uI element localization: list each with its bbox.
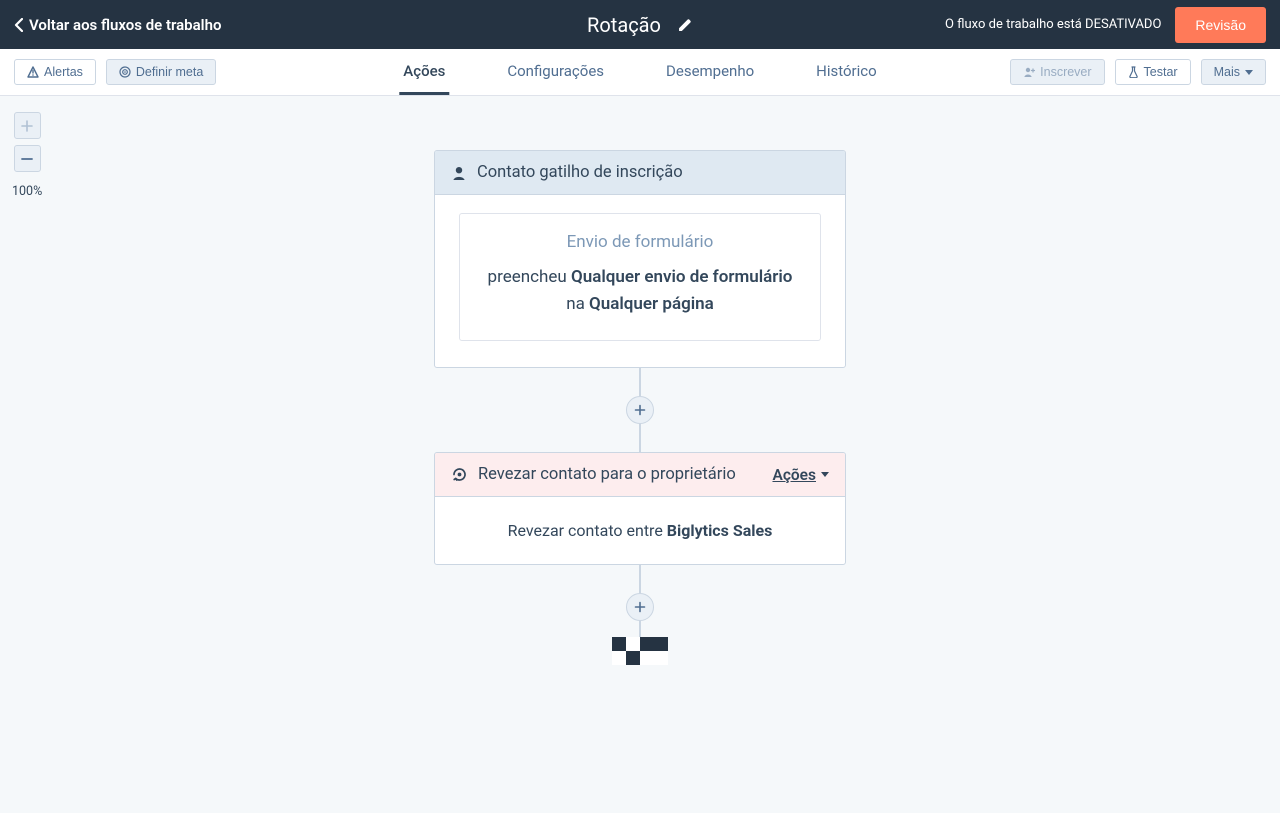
tab-actions-label: Ações: [403, 62, 445, 80]
tab-history[interactable]: Histórico: [812, 49, 881, 95]
zoom-in-button[interactable]: [14, 112, 41, 139]
trigger-filter-desc: preencheu Qualquer envio de formulário n…: [482, 264, 798, 318]
connector-line: [639, 368, 641, 396]
trigger-card[interactable]: Contato gatilho de inscrição Envio de fo…: [434, 150, 846, 368]
back-link[interactable]: Voltar aos fluxos de trabalho: [14, 16, 221, 34]
tab-performance[interactable]: Desempenho: [662, 49, 758, 95]
rotate-action-card[interactable]: Revezar contato para o proprietário Açõe…: [434, 452, 846, 565]
topbar-right: O fluxo de trabalho está DESATIVADO Revi…: [945, 7, 1266, 43]
alerts-button-label: Alertas: [44, 65, 83, 79]
tab-settings[interactable]: Configurações: [503, 49, 608, 95]
subbar-left: Alertas Definir meta: [14, 59, 216, 85]
subbar-right: Inscrever Testar Mais: [1010, 59, 1266, 85]
trigger-filter-title: Envio de formulário: [482, 232, 798, 252]
trigger-card-body: Envio de formulário preencheu Qualquer e…: [435, 195, 845, 367]
connector-line: [639, 565, 641, 593]
finish-flag-icon: [612, 637, 668, 665]
card-actions-menu[interactable]: Ações: [772, 466, 829, 484]
trigger-card-title: Contato gatilho de inscrição: [477, 163, 683, 182]
tab-history-label: Histórico: [816, 62, 877, 80]
zoom-out-button[interactable]: [14, 145, 41, 172]
rotate-action-title: Revezar contato para o proprietário: [478, 465, 736, 484]
card-actions-label: Ações: [772, 466, 816, 484]
flask-icon: [1128, 66, 1139, 78]
tabs: Ações Configurações Desempenho Histórico: [399, 49, 880, 95]
goal-button-label: Definir meta: [136, 65, 203, 79]
plus-icon: [21, 120, 33, 132]
trigger-desc-prefix: preencheu: [488, 267, 571, 287]
plus-icon: [634, 601, 646, 613]
chevron-left-icon: [14, 18, 23, 32]
minus-icon: [21, 153, 33, 165]
trigger-filter-card[interactable]: Envio de formulário preencheu Qualquer e…: [459, 213, 821, 341]
zoom-level: 100%: [12, 184, 42, 199]
rotate-body-team: Biglytics Sales: [667, 521, 773, 540]
goal-button[interactable]: Definir meta: [106, 59, 216, 85]
add-step-button[interactable]: [626, 593, 654, 621]
person-plus-icon: [1023, 66, 1035, 78]
trigger-card-header: Contato gatilho de inscrição: [435, 151, 845, 195]
connector-line: [639, 621, 641, 637]
subbar: Alertas Definir meta Ações Configurações…: [0, 49, 1280, 96]
plus-icon: [634, 404, 646, 416]
add-step-button[interactable]: [626, 396, 654, 424]
rotate-action-header: Revezar contato para o proprietário Açõe…: [435, 453, 845, 497]
rotate-action-body: Revezar contato entre Biglytics Sales: [435, 497, 845, 564]
test-button-label: Testar: [1144, 65, 1178, 79]
review-button[interactable]: Revisão: [1175, 7, 1266, 43]
back-link-label: Voltar aos fluxos de trabalho: [29, 16, 221, 34]
test-button[interactable]: Testar: [1115, 59, 1191, 85]
topbar-center: Rotação: [587, 13, 693, 37]
warning-icon: [27, 66, 39, 78]
chevron-down-icon: [1245, 70, 1253, 75]
contact-icon: [451, 165, 467, 181]
chevron-down-icon: [821, 472, 829, 477]
canvas: 100% Contato gatilho de inscrição Envio …: [0, 96, 1280, 813]
alerts-button[interactable]: Alertas: [14, 59, 96, 85]
zoom-controls: 100%: [12, 112, 42, 199]
trigger-desc-mid: na: [566, 294, 589, 314]
workflow-status-text: O fluxo de trabalho está DESATIVADO: [945, 17, 1161, 32]
workflow-title: Rotação: [587, 13, 661, 37]
trigger-desc-bold1: Qualquer envio de formulário: [571, 267, 792, 287]
rotate-icon: [451, 466, 468, 483]
tab-settings-label: Configurações: [507, 62, 604, 80]
enroll-button: Inscrever: [1010, 59, 1104, 85]
connector-line: [639, 424, 641, 452]
tab-performance-label: Desempenho: [666, 62, 754, 80]
topbar: Voltar aos fluxos de trabalho Rotação O …: [0, 0, 1280, 49]
enroll-button-label: Inscrever: [1040, 65, 1091, 79]
target-icon: [119, 66, 131, 78]
more-button-label: Mais: [1214, 65, 1240, 79]
rotate-body-prefix: Revezar contato entre: [508, 521, 667, 540]
tab-actions[interactable]: Ações: [399, 49, 449, 95]
trigger-desc-bold2: Qualquer página: [589, 294, 714, 314]
more-button[interactable]: Mais: [1201, 59, 1266, 85]
workflow-flow: Contato gatilho de inscrição Envio de fo…: [434, 150, 846, 665]
pencil-icon[interactable]: [677, 17, 693, 33]
